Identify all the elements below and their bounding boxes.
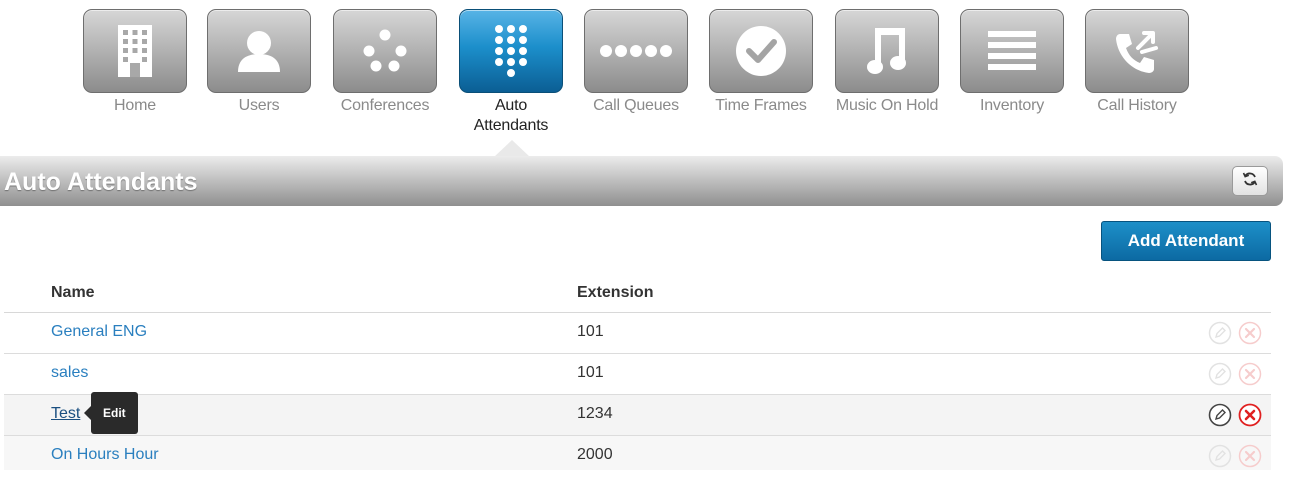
keypad-icon xyxy=(493,24,529,78)
nav-tile-inventory xyxy=(960,9,1064,93)
delete-icon[interactable] xyxy=(1238,403,1262,427)
attendant-name-link[interactable]: Test xyxy=(51,405,80,423)
attendant-extension: 101 xyxy=(577,323,604,340)
nav-label-call-queues: Call Queues xyxy=(593,97,679,114)
column-header-extension[interactable]: Extension xyxy=(577,284,653,302)
refresh-icon xyxy=(1242,171,1258,192)
nav-item-conferences[interactable]: Conferences xyxy=(333,9,437,116)
table-row: Test 1234 xyxy=(4,395,1271,436)
nav-tile-conferences xyxy=(333,9,437,93)
page-title: Auto Attendants xyxy=(4,168,198,196)
user-icon xyxy=(236,30,282,72)
nav-tile-time-frames xyxy=(709,9,813,93)
nav-label-users: Users xyxy=(238,97,280,114)
section-header: Auto Attendants xyxy=(0,156,1283,206)
nav-item-time-frames[interactable]: Time Frames xyxy=(709,9,813,116)
nav-item-auto-attendants[interactable]: Auto Attendants xyxy=(459,9,563,136)
row-actions xyxy=(1208,321,1264,347)
edit-tooltip: Edit xyxy=(84,392,138,434)
table-header: Name Extension xyxy=(4,270,1271,313)
row-actions xyxy=(1208,403,1264,429)
column-header-name[interactable]: Name xyxy=(51,284,95,302)
clock-icon xyxy=(735,25,787,77)
main-navigation: Home Users Conferences Auto Attendants C… xyxy=(0,0,1290,157)
edit-icon[interactable] xyxy=(1208,444,1232,468)
delete-icon[interactable] xyxy=(1238,321,1262,345)
nav-tile-music-on-hold xyxy=(835,9,939,93)
nav-item-inventory[interactable]: Inventory xyxy=(960,9,1064,116)
refresh-button[interactable] xyxy=(1232,166,1268,196)
table-row: sales 101 xyxy=(4,354,1271,395)
add-attendant-button[interactable]: Add Attendant xyxy=(1101,221,1271,261)
attendant-name-link[interactable]: General ENG xyxy=(51,323,147,341)
nav-tile-users xyxy=(207,9,311,93)
nav-label-home: Home xyxy=(114,97,156,114)
music-note-icon xyxy=(867,26,907,76)
nav-item-call-history[interactable]: Call History xyxy=(1085,9,1189,116)
nav-label-conferences: Conferences xyxy=(340,97,430,114)
nav-label-time-frames: Time Frames xyxy=(715,97,807,114)
active-tab-pointer xyxy=(494,140,530,157)
delete-icon[interactable] xyxy=(1238,444,1262,468)
nav-label-auto-attendants: Auto Attendants xyxy=(473,97,549,134)
attendant-name-link[interactable]: On Hours Hour xyxy=(51,446,159,464)
attendant-extension: 2000 xyxy=(577,446,613,463)
attendant-extension: 1234 xyxy=(577,405,613,422)
attendant-name-link[interactable]: sales xyxy=(51,364,88,382)
nav-tile-home xyxy=(83,9,187,93)
nav-tile-call-history xyxy=(1085,9,1189,93)
nav-label-call-history: Call History xyxy=(1097,97,1177,114)
nav-item-call-queues[interactable]: Call Queues xyxy=(584,9,688,116)
building-icon xyxy=(118,25,152,77)
list-lines-icon xyxy=(988,31,1036,71)
nav-label-inventory: Inventory xyxy=(979,97,1044,114)
nav-item-music-on-hold[interactable]: Music On Hold xyxy=(835,9,939,116)
attendant-extension: 101 xyxy=(577,364,604,381)
nav-label-music-on-hold: Music On Hold xyxy=(835,97,939,114)
row-actions xyxy=(1208,444,1264,470)
queue-dots-icon xyxy=(599,44,673,58)
delete-icon[interactable] xyxy=(1238,362,1262,386)
attendants-table: Name Extension General ENG 101 sales 101… xyxy=(4,270,1271,470)
phone-history-icon xyxy=(1112,26,1162,76)
table-row: General ENG 101 xyxy=(4,313,1271,354)
edit-icon[interactable] xyxy=(1208,362,1232,386)
conference-dots-icon xyxy=(363,29,407,73)
nav-item-home[interactable]: Home xyxy=(83,9,187,116)
table-row: On Hours Hour 2000 xyxy=(4,436,1271,470)
edit-icon[interactable] xyxy=(1208,403,1232,427)
nav-tile-call-queues xyxy=(584,9,688,93)
nav-tile-auto-attendants xyxy=(459,9,563,93)
edit-icon[interactable] xyxy=(1208,321,1232,345)
nav-item-users[interactable]: Users xyxy=(207,9,311,116)
row-actions xyxy=(1208,362,1264,388)
